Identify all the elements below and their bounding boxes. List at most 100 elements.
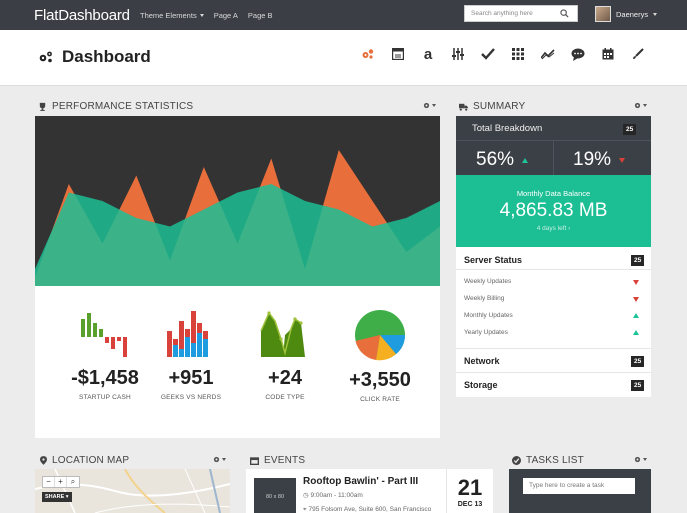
nav-page-b-label: Page B [247,10,273,20]
chevron-down-icon [653,12,658,16]
pct-up: 56% [476,149,529,171]
storage-badge: 25 [631,380,645,391]
tasks-heading: TASKS LIST [512,455,584,466]
location-map-heading: LOCATION MAP [40,455,129,466]
stat-label: CLICK RATE [360,396,400,403]
font-a-icon[interactable]: a [420,46,436,62]
user-menu[interactable]: Daenerys [595,6,658,22]
event-address-row: ⌖ 795 Folsom Ave, Suite 600, San Francis… [303,506,431,513]
nav-page-b[interactable]: Page B [248,11,273,20]
monthly-label: Monthly Data Balance [516,189,591,198]
stat-click-rate: +3,550 CLICK RATE [330,309,430,403]
map-settings[interactable] [213,456,226,463]
events-title: EVENTS [264,455,306,466]
sliders-icon[interactable] [450,46,466,62]
performance-title: PERFORMANCE STATISTICS [52,101,194,112]
performance-heading: PERFORMANCE STATISTICS [38,101,193,112]
storage-label: Storage [464,380,498,390]
performance-settings[interactable] [423,102,436,109]
events-heading: EVENTS [250,455,305,466]
nav-theme-elements[interactable]: Theme Elements [140,11,204,20]
trend-down-icon [633,280,639,285]
events-panel: 80 x 80 Rooftop Bawlin' - Part III ◷ 9:0… [246,469,493,513]
calendar-icon[interactable] [600,46,616,62]
event-thumbnail: 80 x 80 [254,478,296,513]
server-item-weekly-billing: Weekly Billing [464,295,505,302]
stat-label: STARTUP CASH [79,394,131,401]
pct-up-value: 56% [476,149,515,170]
nav-page-a[interactable]: Page A [214,11,238,20]
performance-panel: -$1,458 STARTUP CASH +951 GEEKS VS NERDS… [35,116,440,438]
page-title-text: Dashboard [62,47,151,66]
check-circle-icon [512,456,521,465]
stat-label: GEEKS VS NERDS [160,394,222,401]
network-badge: 25 [631,356,645,367]
header-toolbar: a [360,46,646,62]
pct-down: 19% [573,149,626,171]
share-label: SHARE [45,494,65,500]
stat-geeks-vs-nerds: +951 GEEKS VS NERDS [141,309,241,401]
zoom-in-button[interactable]: + [55,477,67,487]
breakdown-badge: 25 [623,124,637,135]
share-button[interactable]: SHARE ▾ [42,492,72,502]
check-icon[interactable] [480,46,496,62]
trend-up-icon [633,330,639,335]
chevron-down-icon [643,458,647,461]
brush-icon[interactable] [630,46,646,62]
server-status-section: Server Status 25 Weekly Updates Weekly B… [456,247,651,349]
days-left-link[interactable]: 4 days left › [456,225,651,232]
summary-heading: SUMMARY [459,101,525,112]
stat-value: +24 [268,367,302,389]
grid-icon[interactable] [510,46,526,62]
chevron-down-icon [199,13,204,17]
total-breakdown: Total Breakdown 25 56% 19% [456,116,651,175]
search-input[interactable]: Search anything here [464,5,578,22]
event-title[interactable]: Rooftop Bawlin' - Part III [303,476,418,487]
gear-icon [634,456,641,463]
line-chart-icon[interactable] [540,46,556,62]
summary-title: SUMMARY [473,101,526,112]
map-marker-icon [40,456,47,465]
zoom-out-button[interactable]: − [43,477,55,487]
chevron-down-icon [643,104,647,107]
breakdown-label: Total Breakdown [472,123,543,134]
task-input-placeholder: Type here to create a task [529,482,605,489]
performance-area-chart [35,116,440,286]
avatar [595,6,611,22]
map-search-icon[interactable]: ⌕ [67,477,79,487]
summary-settings[interactable] [634,102,647,109]
storage-section[interactable]: Storage 25 [456,373,651,397]
trend-down-icon [619,157,626,163]
server-status-badge: 25 [631,255,645,266]
calendar-icon [250,457,259,465]
task-input[interactable]: Type here to create a task [523,478,635,494]
event-month: DEC 13 [457,501,483,508]
monthly-value: 4,865.83 MB [499,200,608,221]
monthly-data-balance: Monthly Data Balance 4,865.83 MB 4 days … [456,175,651,247]
window-icon[interactable] [390,46,406,62]
server-item-monthly-updates: Monthly Updates [464,312,513,319]
chevron-down-icon [432,104,436,107]
location-map[interactable]: − + ⌕ SHARE ▾ [35,469,230,513]
days-left-text: 4 days left [536,225,567,232]
location-map-title: LOCATION MAP [52,455,130,466]
stat-code-type: +24 CODE TYPE [235,309,335,401]
stat-value: +3,550 [349,369,411,391]
map-zoom-controls: − + ⌕ [42,476,80,488]
tasks-settings[interactable] [634,456,647,463]
search-placeholder: Search anything here [471,10,533,17]
search-icon[interactable] [560,9,569,18]
svg-text:a: a [424,47,433,61]
brand-logo[interactable]: FlatDashboard [34,7,130,24]
stat-label: CODE TYPE [265,394,305,401]
network-section[interactable]: Network 25 [456,349,651,373]
server-status-label[interactable]: Server Status [464,255,522,265]
top-navbar: FlatDashboard Theme Elements Page A Page… [0,0,687,30]
gears-icon[interactable] [360,46,376,62]
chevron-down-icon [222,458,226,461]
truck-icon [459,103,468,111]
chevron-right-icon: › [568,225,571,232]
chat-icon[interactable] [570,46,586,62]
page-title: Dashboard [38,47,151,67]
click-rate-pie [355,310,405,361]
